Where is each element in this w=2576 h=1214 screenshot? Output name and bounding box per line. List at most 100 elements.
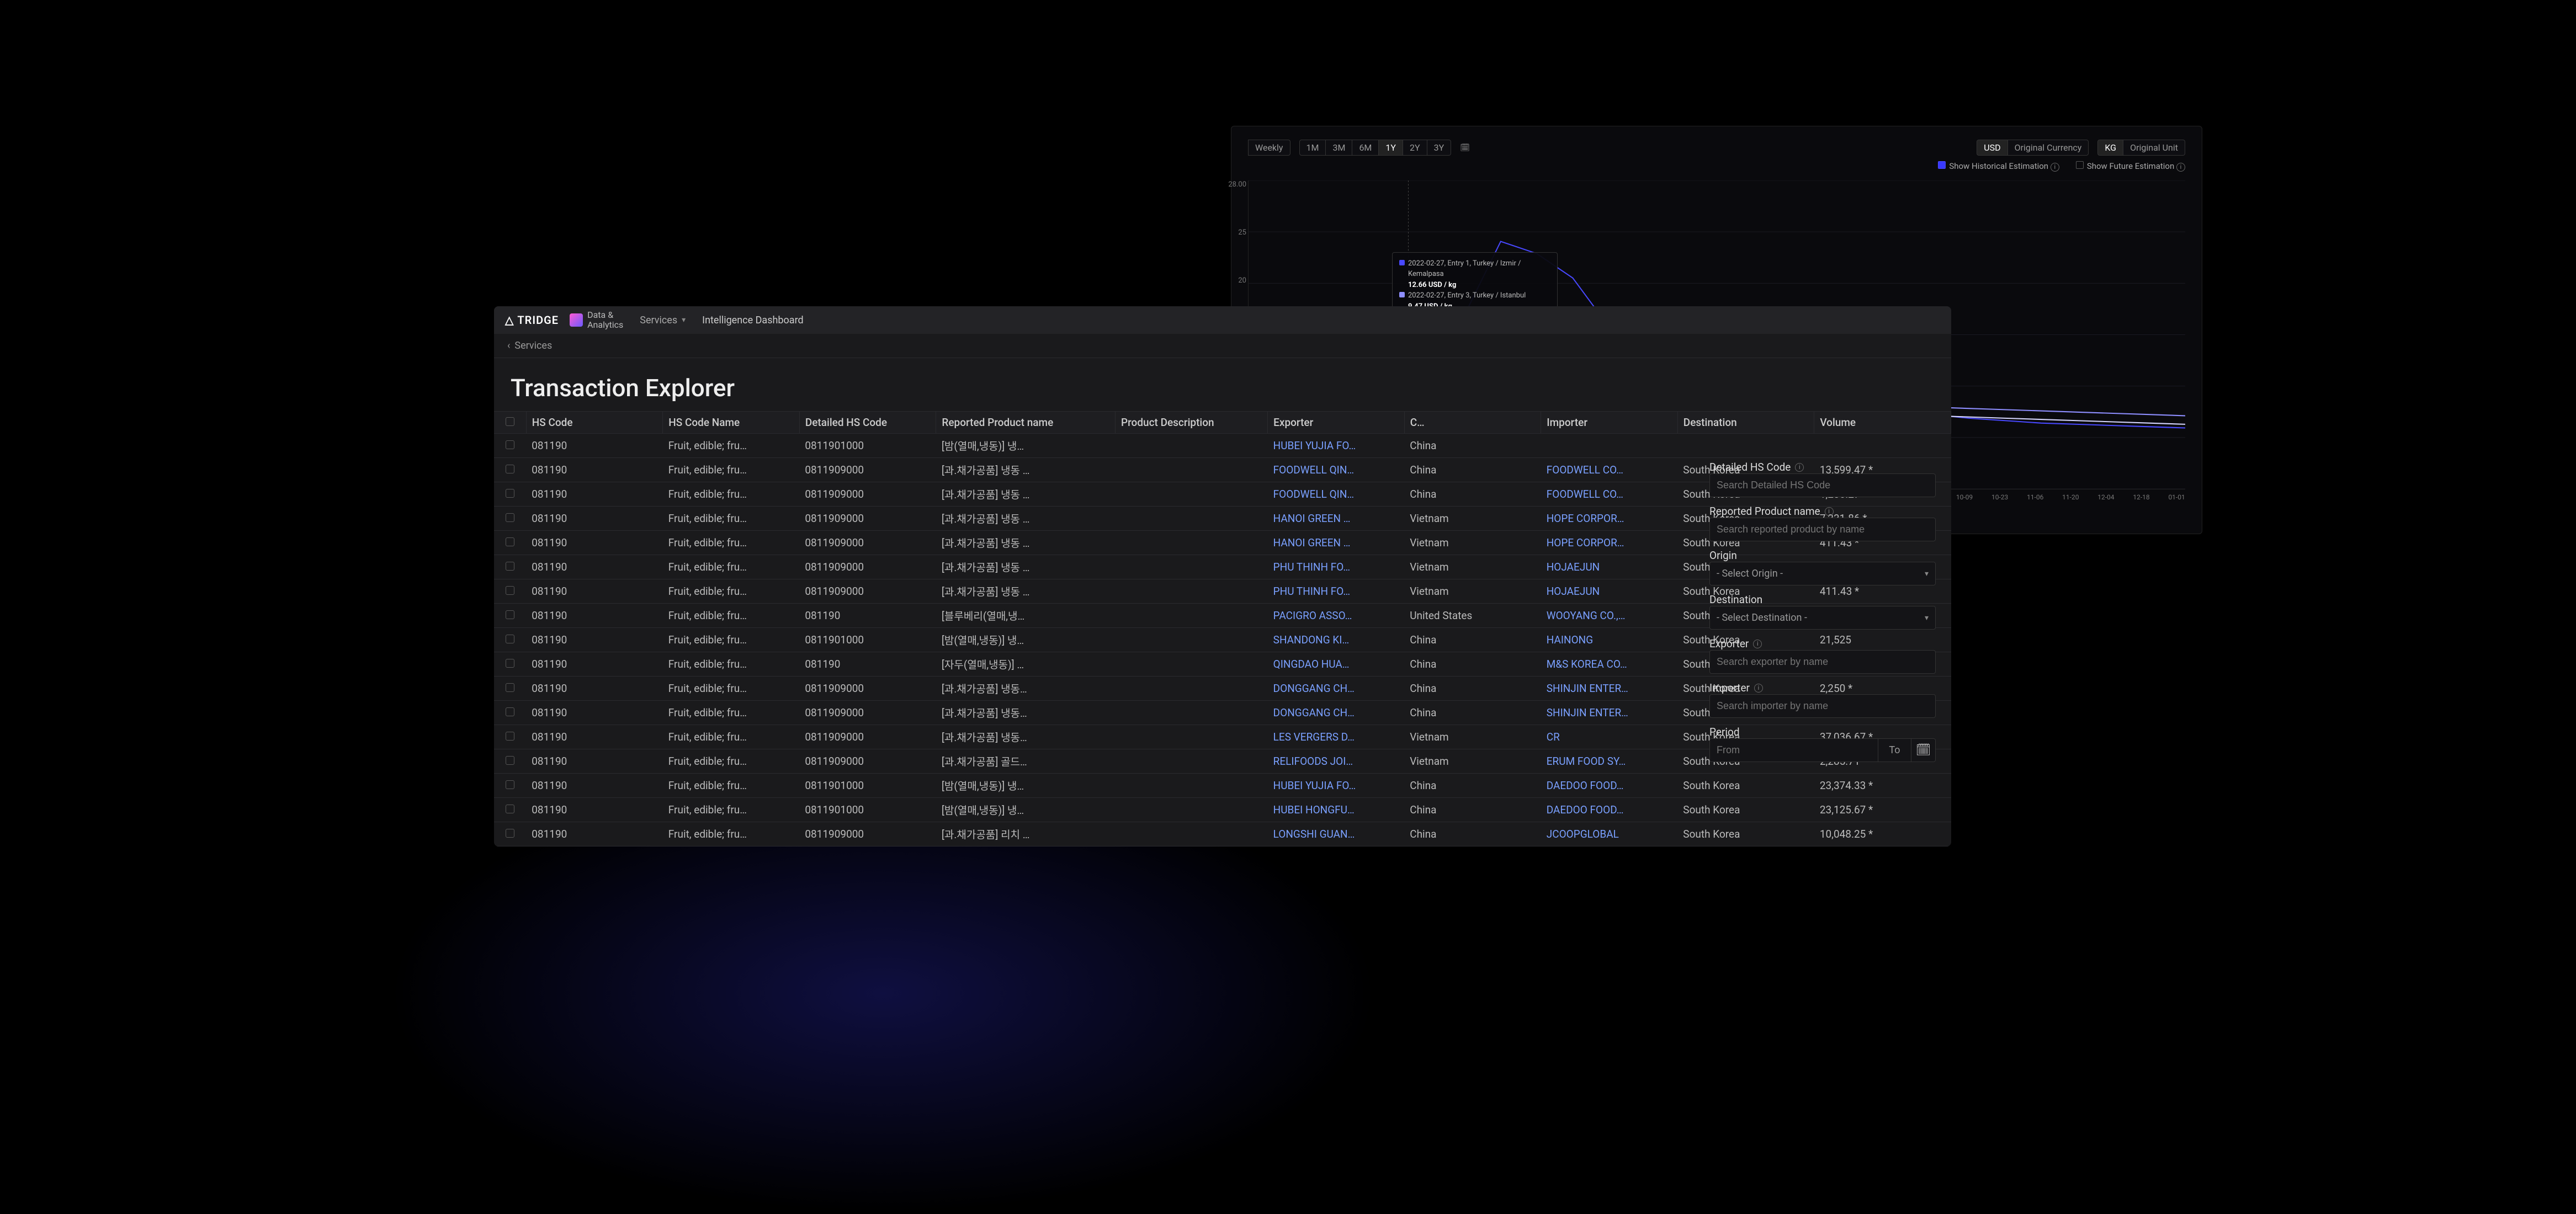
- cell-importer[interactable]: SHINJIN ENTER…: [1541, 677, 1678, 701]
- row-checkbox[interactable]: [494, 458, 526, 482]
- col-reported-product[interactable]: Reported Product name: [936, 412, 1116, 434]
- row-checkbox[interactable]: [494, 628, 526, 652]
- filter-origin-select[interactable]: - Select Origin -▾: [1709, 562, 1936, 585]
- row-checkbox[interactable]: [494, 652, 526, 677]
- back-icon[interactable]: ‹: [507, 340, 510, 352]
- cell-exporter[interactable]: SHANDONG KI…: [1268, 628, 1405, 652]
- col-destination[interactable]: Destination: [1677, 412, 1814, 434]
- col-importer[interactable]: Importer: [1541, 412, 1678, 434]
- unit-kg[interactable]: KG: [2097, 140, 2123, 156]
- filter-reported-product-input[interactable]: [1709, 518, 1936, 541]
- cell-importer[interactable]: HOJAEJUN: [1541, 555, 1678, 579]
- row-checkbox[interactable]: [494, 677, 526, 701]
- col-hs-code-name[interactable]: HS Code Name: [663, 412, 800, 434]
- table-row[interactable]: 081190 Fruit, edible; fru… 0811901000 [밤…: [494, 434, 1951, 458]
- cell-importer[interactable]: [1541, 434, 1678, 458]
- range-6m[interactable]: 6M: [1352, 140, 1379, 156]
- cell-importer[interactable]: HOJAEJUN: [1541, 579, 1678, 604]
- cell-importer[interactable]: FOODWELL CO…: [1541, 458, 1678, 482]
- cell-exporter[interactable]: LES VERGERS D…: [1268, 725, 1405, 749]
- product-badge[interactable]: Data &Analytics: [570, 310, 623, 329]
- col-detailed-hs[interactable]: Detailed HS Code: [799, 412, 936, 434]
- cell-importer[interactable]: SHINJIN ENTER…: [1541, 701, 1678, 725]
- col-product-desc[interactable]: Product Description: [1115, 412, 1267, 434]
- table-row[interactable]: 081190 Fruit, edible; fru… 0811901000 [밤…: [494, 774, 1951, 798]
- cell-importer[interactable]: HAINONG: [1541, 628, 1678, 652]
- filter-importer-input[interactable]: [1709, 694, 1936, 718]
- row-checkbox[interactable]: [494, 774, 526, 798]
- cell-importer[interactable]: HOPE CORPOR…: [1541, 531, 1678, 555]
- cell-exporter[interactable]: PACIGRO ASSO…: [1268, 604, 1405, 628]
- col-volume[interactable]: Volume: [1814, 412, 1951, 434]
- cell-exporter[interactable]: DONGGANG CH…: [1268, 701, 1405, 725]
- row-checkbox[interactable]: [494, 749, 526, 774]
- row-checkbox[interactable]: [494, 604, 526, 628]
- cell-importer[interactable]: HOPE CORPOR…: [1541, 507, 1678, 531]
- cell-exporter[interactable]: QINGDAO HUA…: [1268, 652, 1405, 677]
- col-hs-code[interactable]: HS Code: [526, 412, 663, 434]
- table-row[interactable]: 081190 Fruit, edible; fru… 0811909000 [과…: [494, 822, 1951, 846]
- info-icon[interactable]: i: [1753, 640, 1762, 648]
- range-3m[interactable]: 3M: [1326, 140, 1352, 156]
- cell-importer[interactable]: WOOYANG CO.,…: [1541, 604, 1678, 628]
- frequency-value[interactable]: Weekly: [1248, 140, 1290, 156]
- col-country[interactable]: C…: [1404, 412, 1541, 434]
- cell-importer[interactable]: ERUM FOOD SY…: [1541, 749, 1678, 774]
- cell-exporter[interactable]: HUBEI HONGFU…: [1268, 798, 1405, 822]
- cell-importer[interactable]: M&S KOREA CO…: [1541, 652, 1678, 677]
- cell-exporter[interactable]: HANOI GREEN …: [1268, 507, 1405, 531]
- select-all-checkbox[interactable]: [494, 412, 526, 434]
- cell-importer[interactable]: CR: [1541, 725, 1678, 749]
- cell-importer[interactable]: JCOOPGLOBAL: [1541, 822, 1678, 846]
- cell-exporter[interactable]: PHU THINH FO…: [1268, 555, 1405, 579]
- filter-detailed-hs-input[interactable]: [1709, 473, 1936, 497]
- cell-exporter[interactable]: DONGGANG CH…: [1268, 677, 1405, 701]
- filter-destination-select[interactable]: - Select Destination -▾: [1709, 606, 1936, 630]
- cell-importer[interactable]: DAEDOO FOOD…: [1541, 798, 1678, 822]
- services-menu[interactable]: Services ▾: [640, 315, 686, 326]
- info-icon[interactable]: i: [1795, 463, 1804, 472]
- calendar-icon[interactable]: 🗓: [1911, 738, 1936, 762]
- range-1m[interactable]: 1M: [1299, 140, 1326, 156]
- row-checkbox[interactable]: [494, 434, 526, 458]
- row-checkbox[interactable]: [494, 725, 526, 749]
- frequency-selector[interactable]: Weekly: [1248, 140, 1290, 156]
- cell-exporter[interactable]: RELIFOODS JOI…: [1268, 749, 1405, 774]
- filter-exporter-input[interactable]: [1709, 650, 1936, 674]
- row-checkbox[interactable]: [494, 507, 526, 531]
- row-checkbox[interactable]: [494, 555, 526, 579]
- range-2y[interactable]: 2Y: [1403, 140, 1427, 156]
- col-exporter[interactable]: Exporter: [1268, 412, 1405, 434]
- filter-period-from[interactable]: [1709, 738, 1878, 762]
- unit-original[interactable]: Original Unit: [2123, 140, 2185, 156]
- row-checkbox[interactable]: [494, 482, 526, 507]
- currency-original[interactable]: Original Currency: [2008, 140, 2089, 156]
- cell-exporter[interactable]: PHU THINH FO…: [1268, 579, 1405, 604]
- breadcrumb[interactable]: ‹ Services: [494, 334, 1951, 358]
- info-icon[interactable]: i: [1754, 684, 1763, 693]
- cell-exporter[interactable]: HUBEI YUJIA FO…: [1268, 774, 1405, 798]
- intelligence-dashboard-link[interactable]: Intelligence Dashboard: [702, 315, 803, 326]
- range-1y[interactable]: 1Y: [1379, 140, 1403, 156]
- row-checkbox[interactable]: [494, 579, 526, 604]
- row-checkbox[interactable]: [494, 798, 526, 822]
- calendar-icon[interactable]: 🗓: [1460, 143, 1470, 152]
- cell-exporter[interactable]: LONGSHI GUAN…: [1268, 822, 1405, 846]
- row-checkbox[interactable]: [494, 531, 526, 555]
- info-icon[interactable]: i: [1825, 507, 1834, 516]
- breadcrumb-label[interactable]: Services: [514, 340, 552, 352]
- row-checkbox[interactable]: [494, 822, 526, 846]
- range-3y[interactable]: 3Y: [1427, 140, 1452, 156]
- cell-importer[interactable]: DAEDOO FOOD…: [1541, 774, 1678, 798]
- cell-exporter[interactable]: FOODWELL QIN…: [1268, 482, 1405, 507]
- cell-exporter[interactable]: HANOI GREEN …: [1268, 531, 1405, 555]
- app-logo[interactable]: △ TRIDGE: [505, 313, 559, 327]
- cell-exporter[interactable]: FOODWELL QIN…: [1268, 458, 1405, 482]
- future-estimation-toggle[interactable]: Show Future Estimation i: [2076, 161, 2185, 172]
- table-row[interactable]: 081190 Fruit, edible; fru… 0811901000 [밤…: [494, 798, 1951, 822]
- cell-importer[interactable]: FOODWELL CO…: [1541, 482, 1678, 507]
- row-checkbox[interactable]: [494, 701, 526, 725]
- currency-usd[interactable]: USD: [1977, 140, 2007, 156]
- cell-exporter[interactable]: HUBEI YUJIA FO…: [1268, 434, 1405, 458]
- historical-estimation-toggle[interactable]: Show Historical Estimation i: [1938, 161, 2059, 172]
